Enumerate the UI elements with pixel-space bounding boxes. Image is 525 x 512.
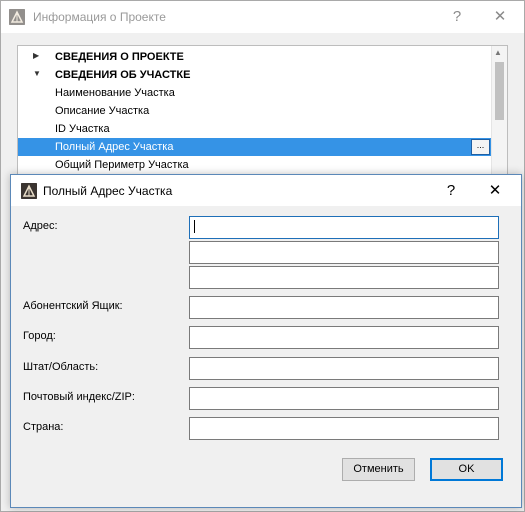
project-info-tree[interactable]: ▶ СВЕДЕНИЯ О ПРОЕКТЕ ▼ СВЕДЕНИЯ ОБ УЧАСТ… [17,45,508,177]
ellipsis-button[interactable]: ... [471,139,490,155]
address-line-1-input[interactable] [189,216,499,239]
scroll-up-icon[interactable]: ▲ [494,48,502,57]
dialog-titlebar: Полный Адрес Участка ? ✕ [11,175,521,206]
cancel-button[interactable]: Отменить [342,458,415,481]
city-input[interactable] [189,326,499,349]
dialog-title: Полный Адрес Участка [43,184,173,198]
po-box-label: Абонентский Ящик: [23,300,123,312]
address-label: Адрес: [23,220,58,232]
tree-row-label: ID Участка [55,123,110,135]
close-button[interactable]: ✕ [478,2,522,32]
city-label: Город: [23,330,56,342]
help-button[interactable]: ? [435,2,479,32]
dialog-help-button[interactable]: ? [429,176,473,206]
tree-row-site-description[interactable]: Описание Участка [18,102,491,120]
tree-row-label: Описание Участка [55,105,150,117]
tree-row-site-id[interactable]: ID Участка [18,120,491,138]
archicad-app-icon [9,9,25,25]
tree-row-label: Наименование Участка [55,87,175,99]
zip-input[interactable] [189,387,499,410]
po-box-input[interactable] [189,296,499,319]
tree-row-label: Общий Периметр Участка [55,159,189,171]
dialog-close-button[interactable]: ✕ [473,176,517,206]
dialog-body: Адрес: Абонентский Ящик: Город: Штат/Обл… [11,206,521,507]
site-full-address-dialog: Полный Адрес Участка ? ✕ Адрес: Абонентс… [10,174,522,508]
project-info-title: Информация о Проекте [33,10,166,24]
state-input[interactable] [189,357,499,380]
tree-row-site-full-address[interactable]: Полный Адрес Участка ... [18,138,491,156]
tree-row-label: Полный Адрес Участка [55,141,174,153]
expand-arrow-icon[interactable]: ▶ [33,51,39,60]
collapse-arrow-icon[interactable]: ▼ [33,69,41,78]
text-caret [194,220,195,233]
project-info-titlebar: Информация о Проекте ? ✕ [1,1,524,33]
country-label: Страна: [23,421,64,433]
scroll-thumb[interactable] [495,62,504,120]
tree-scrollbar[interactable]: ▲ [491,46,507,176]
tree-row-label: СВЕДЕНИЯ ОБ УЧАСТКЕ [55,69,191,81]
address-line-3-input[interactable] [189,266,499,289]
country-input[interactable] [189,417,499,440]
zip-label: Почтовый индекс/ZIP: [23,391,135,403]
ok-button[interactable]: OK [430,458,503,481]
state-label: Штат/Область: [23,361,99,373]
tree-row-label: СВЕДЕНИЯ О ПРОЕКТЕ [55,51,184,63]
tree-section-site-info[interactable]: ▼ СВЕДЕНИЯ ОБ УЧАСТКЕ [18,66,491,84]
archicad-app-icon [21,183,37,199]
tree-row-site-perimeter[interactable]: Общий Периметр Участка [18,156,491,174]
tree-row-site-name[interactable]: Наименование Участка [18,84,491,102]
tree-section-project-info[interactable]: ▶ СВЕДЕНИЯ О ПРОЕКТЕ [18,48,491,66]
address-line-2-input[interactable] [189,241,499,264]
